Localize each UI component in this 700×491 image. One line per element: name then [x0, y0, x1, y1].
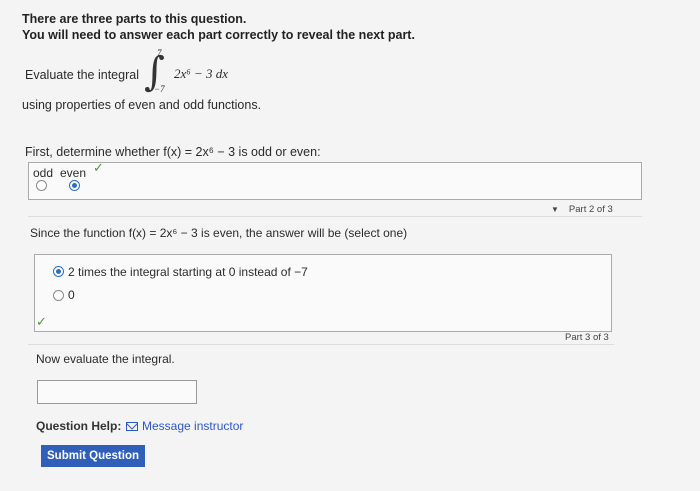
- using-text: using properties of even and odd functio…: [22, 98, 262, 112]
- integral-expression: ∫ 7 −7 2x⁶ − 3 dx: [140, 48, 250, 100]
- even-radio[interactable]: [69, 180, 80, 191]
- part1-prompt: First, determine whether f(x) = 2x⁶ − 3 …: [25, 145, 321, 159]
- divider: [28, 344, 614, 345]
- divider: [28, 216, 642, 217]
- part3-prompt: Now evaluate the integral.: [36, 352, 175, 366]
- option1-label: 2 times the integral starting at 0 inste…: [68, 265, 308, 279]
- option2-label: 0: [68, 288, 75, 302]
- message-instructor-text: Message instructor: [142, 419, 244, 433]
- integral-upper-bound: 7: [157, 48, 162, 58]
- correct-check-icon: ✓: [93, 160, 104, 175]
- integrand: 2x⁶ − 3 dx: [174, 66, 229, 81]
- collapse-triangle-icon[interactable]: ▼: [551, 205, 559, 214]
- integral-lower-bound: −7: [154, 84, 165, 94]
- odd-radio[interactable]: [36, 180, 47, 191]
- even-label: even: [60, 166, 87, 180]
- part1-answer-box: [28, 162, 642, 200]
- option1-radio[interactable]: [53, 266, 64, 277]
- correct-check-icon: ✓: [36, 314, 47, 329]
- envelope-icon: [126, 421, 138, 431]
- answer-input[interactable]: [37, 380, 197, 404]
- option2-radio[interactable]: [53, 290, 64, 301]
- part2-prompt: Since the function f(x) = 2x⁶ − 3 is eve…: [30, 226, 408, 240]
- question-help-label: Question Help:: [36, 419, 121, 433]
- instructions-line-1: There are three parts to this question.: [22, 12, 247, 26]
- message-instructor-link[interactable]: Message instructor: [126, 419, 243, 433]
- evaluate-text: Evaluate the integral: [25, 68, 139, 82]
- submit-question-button[interactable]: Submit Question: [41, 445, 145, 467]
- part2-indicator: ▼ Part 2 of 3: [551, 204, 613, 215]
- part2-indicator-text: Part 2 of 3: [568, 204, 613, 215]
- question-help-text: Question Help:: [36, 419, 122, 433]
- part3-indicator: Part 3 of 3: [565, 332, 609, 343]
- instructions: There are three parts to this question. …: [22, 11, 415, 43]
- instructions-line-2: You will need to answer each part correc…: [22, 28, 415, 42]
- odd-label: odd: [33, 166, 54, 180]
